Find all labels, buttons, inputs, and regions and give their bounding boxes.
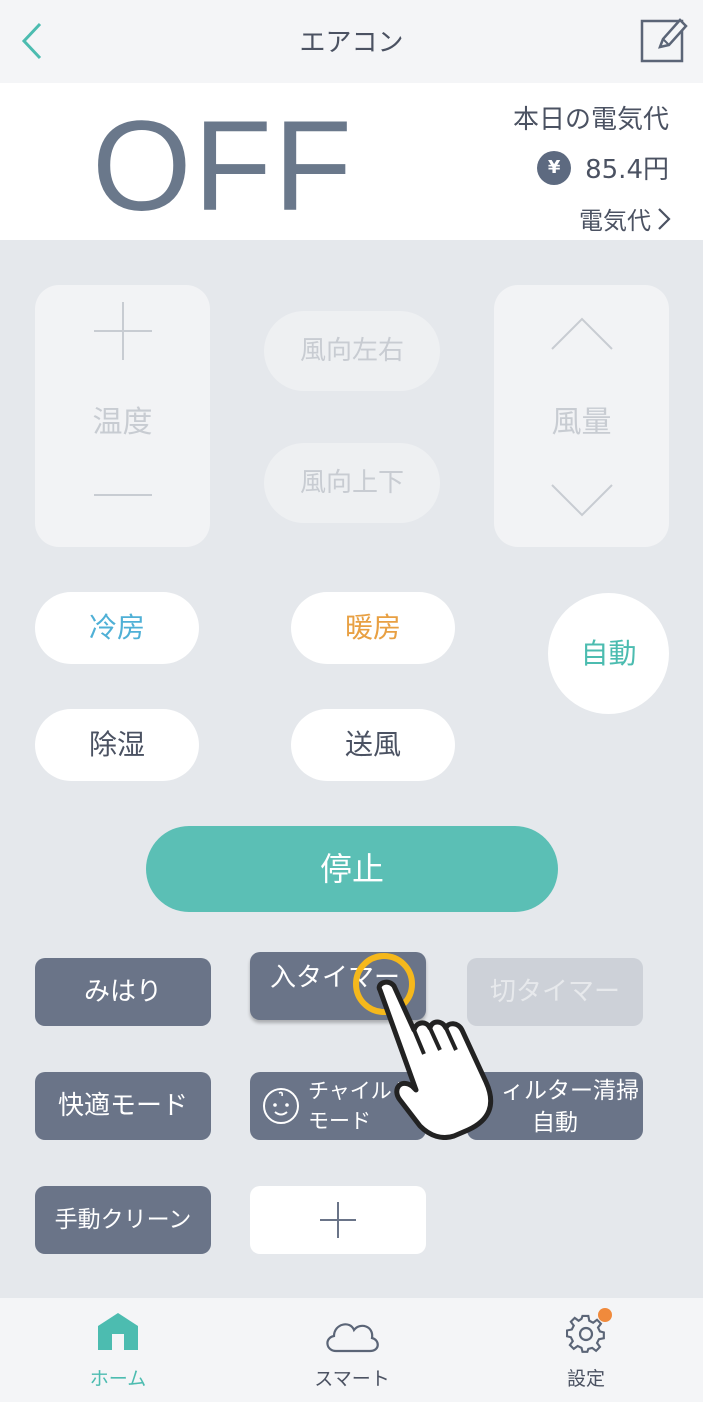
price-row: ¥ 85.4円: [537, 149, 669, 186]
edit-icon: [640, 18, 688, 63]
page-title: エアコン: [299, 28, 404, 58]
cloud-icon: [326, 1323, 379, 1353]
fan-up-button[interactable]: [550, 315, 614, 355]
electricity-label: 本日の電気代: [512, 105, 669, 135]
baby-face-icon: [263, 1088, 299, 1124]
mode-cool-button[interactable]: 冷房: [35, 592, 199, 664]
nav-home-label: ホーム: [89, 1368, 147, 1390]
on-timer-label: 入タイマー: [270, 963, 401, 993]
filter-clean-button[interactable]: ィルター清掃 自動: [467, 1072, 643, 1140]
fan-down-button[interactable]: [550, 483, 614, 523]
stop-button[interactable]: 停止: [146, 826, 558, 912]
temperature-panel: 温度: [35, 285, 210, 547]
price-value: 85.4円: [585, 155, 669, 185]
temperature-up-button[interactable]: [92, 300, 154, 366]
direction-ud-button[interactable]: 風向上下: [264, 443, 440, 523]
edit-button[interactable]: [640, 15, 688, 65]
yen-icon: ¥: [537, 150, 572, 185]
nav-smart[interactable]: スマート: [282, 1298, 422, 1402]
nav-settings-label: 設定: [566, 1368, 605, 1390]
temperature-down-button[interactable]: [92, 480, 154, 510]
watch-button[interactable]: みはり: [35, 958, 211, 1026]
mode-heat-button[interactable]: 暖房: [291, 592, 455, 664]
status-area: OFF 本日の電気代 ¥ 85.4円 電気代: [0, 83, 703, 240]
temperature-label: 温度: [92, 405, 153, 440]
plus-icon: [320, 1202, 356, 1238]
electricity-link[interactable]: 電気代: [579, 201, 671, 236]
child-mode-line1: チャイルド: [308, 1079, 413, 1103]
home-icon: [98, 1313, 138, 1350]
add-function-button[interactable]: [250, 1186, 426, 1254]
electricity-link-label: 電気代: [579, 207, 651, 235]
plus-icon: [94, 302, 152, 360]
minus-icon: [94, 494, 152, 496]
fan-label: 風量: [551, 405, 612, 440]
mode-auto-button[interactable]: 自動: [548, 593, 669, 714]
mode-fan-button[interactable]: 送風: [291, 709, 455, 781]
fan-panel: 風量: [494, 285, 669, 547]
child-mode-button[interactable]: チャイルド モード: [250, 1072, 426, 1140]
off-timer-button[interactable]: 切タイマー: [467, 958, 643, 1026]
chevron-right-icon: [658, 207, 671, 230]
mode-dry-button[interactable]: 除湿: [35, 709, 199, 781]
bottom-nav: ホーム スマート 設定: [0, 1298, 703, 1402]
on-timer-button[interactable]: 入タイマー: [250, 952, 426, 1020]
direction-lr-button[interactable]: 風向左右: [264, 311, 440, 391]
chevron-down-icon: [551, 484, 613, 517]
power-status: OFF: [92, 95, 354, 238]
comfort-mode-button[interactable]: 快適モード: [35, 1072, 211, 1140]
filter-clean-line2: 自動: [532, 1110, 578, 1136]
app-header: エアコン: [0, 0, 703, 83]
chevron-up-icon: [551, 317, 613, 350]
notification-badge: [598, 1308, 612, 1322]
manual-clean-button[interactable]: 手動クリーン: [35, 1186, 211, 1254]
nav-settings[interactable]: 設定: [516, 1298, 656, 1402]
nav-home[interactable]: ホーム: [48, 1298, 188, 1402]
filter-clean-line1: ィルター清掃: [501, 1078, 639, 1104]
nav-smart-label: スマート: [314, 1368, 390, 1390]
child-mode-line2: モード: [308, 1109, 371, 1133]
